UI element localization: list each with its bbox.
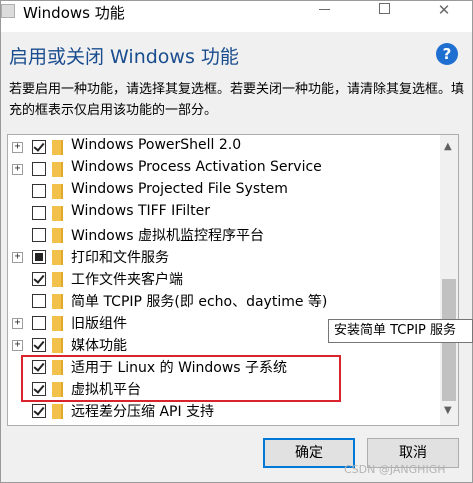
feature-row[interactable]: 远程差分压缩 API 支持 <box>8 400 438 422</box>
feature-row[interactable]: + 打印和文件服务 <box>8 246 438 268</box>
folder-icon <box>52 184 63 199</box>
feature-label: 旧版组件 <box>71 316 127 332</box>
expand-plus-icon[interactable]: + <box>12 164 23 175</box>
app-icon <box>1 4 15 18</box>
feature-label: Windows 虚拟机监控程序平台 <box>71 228 264 244</box>
title-bar: Windows 功能 ✕ <box>1 1 472 32</box>
folder-icon <box>52 338 63 353</box>
highlight-annotation-box <box>21 355 341 402</box>
page-title: 启用或关闭 Windows 功能 <box>9 46 239 68</box>
maximize-icon <box>378 3 390 14</box>
feature-label: Windows Projected File System <box>71 181 288 197</box>
feature-row[interactable]: Windows Projected File System <box>8 180 438 202</box>
minimize-button[interactable] <box>301 1 347 32</box>
folder-icon <box>52 316 63 331</box>
expand-plus-icon[interactable]: + <box>12 340 23 351</box>
feature-row[interactable]: Windows TIFF IFilter <box>8 202 438 224</box>
feature-label: 工作文件夹客户端 <box>71 272 183 288</box>
feature-label: 远程差分压缩 API 支持 <box>71 404 215 420</box>
folder-icon <box>52 250 63 265</box>
feature-checkbox[interactable] <box>32 162 46 176</box>
feature-row[interactable]: 简单 TCPIP 服务(即 echo、daytime 等) <box>8 290 438 312</box>
folder-icon <box>52 272 63 287</box>
dialog-content: 启用或关闭 Windows 功能 ? 若要启用一种功能，请选择其复选框。若要关闭… <box>1 32 472 482</box>
scroll-up-arrow-icon[interactable]: ▲ <box>444 141 452 152</box>
folder-icon <box>52 294 63 309</box>
feature-row[interactable]: Windows 虚拟机监控程序平台 <box>8 224 438 246</box>
folder-icon <box>52 162 63 177</box>
feature-checkbox[interactable] <box>32 228 46 242</box>
feature-label: Windows TIFF IFilter <box>71 203 210 219</box>
folder-icon <box>52 140 63 155</box>
expand-plus-icon[interactable]: + <box>12 318 23 329</box>
feature-label: 简单 TCPIP 服务(即 echo、daytime 等) <box>71 294 328 310</box>
feature-checkbox[interactable] <box>32 272 46 286</box>
feature-checkbox[interactable] <box>32 184 46 198</box>
tooltip: 安装简单 TCPIP 服务 <box>328 319 473 343</box>
watermark: CSDN @JANGHIGH <box>344 463 446 476</box>
feature-row[interactable]: + Windows Process Activation Service <box>8 158 438 180</box>
feature-checkbox[interactable] <box>32 404 46 418</box>
minimize-icon <box>318 9 330 10</box>
feature-label: 打印和文件服务 <box>71 250 169 266</box>
tree-scrollbar[interactable]: ▲ ▼ <box>440 135 458 425</box>
close-button[interactable]: ✕ <box>421 1 467 32</box>
description-text: 若要启用一种功能，请选择其复选框。若要关闭一种功能，请清除其复选框。填充的框表示… <box>9 82 465 118</box>
scroll-down-arrow-icon[interactable]: ▼ <box>444 405 452 416</box>
maximize-button[interactable] <box>361 1 407 32</box>
feature-checkbox[interactable] <box>32 316 46 330</box>
feature-checkbox[interactable] <box>32 206 46 220</box>
feature-label: 媒体功能 <box>71 338 127 354</box>
feature-row[interactable]: + Windows PowerShell 2.0 <box>8 136 438 158</box>
close-icon: ✕ <box>437 1 451 19</box>
feature-checkbox[interactable] <box>32 338 46 352</box>
expand-plus-icon[interactable]: + <box>12 252 23 263</box>
expand-plus-icon[interactable]: + <box>12 142 23 153</box>
feature-checkbox[interactable] <box>32 294 46 308</box>
help-icon[interactable]: ? <box>436 43 458 65</box>
folder-icon <box>52 404 63 419</box>
window-title: Windows 功能 <box>23 4 125 22</box>
feature-label: Windows Process Activation Service <box>71 159 322 175</box>
folder-icon <box>52 228 63 243</box>
ok-button[interactable]: 确定 <box>263 438 355 468</box>
folder-icon <box>52 206 63 221</box>
feature-checkbox[interactable] <box>32 250 46 264</box>
feature-row[interactable]: 工作文件夹客户端 <box>8 268 438 290</box>
windows-features-dialog: Windows 功能 ✕ 启用或关闭 Windows 功能 ? 若要启用一种功能… <box>0 0 473 483</box>
feature-checkbox[interactable] <box>32 140 46 154</box>
feature-label: Windows PowerShell 2.0 <box>71 137 242 153</box>
